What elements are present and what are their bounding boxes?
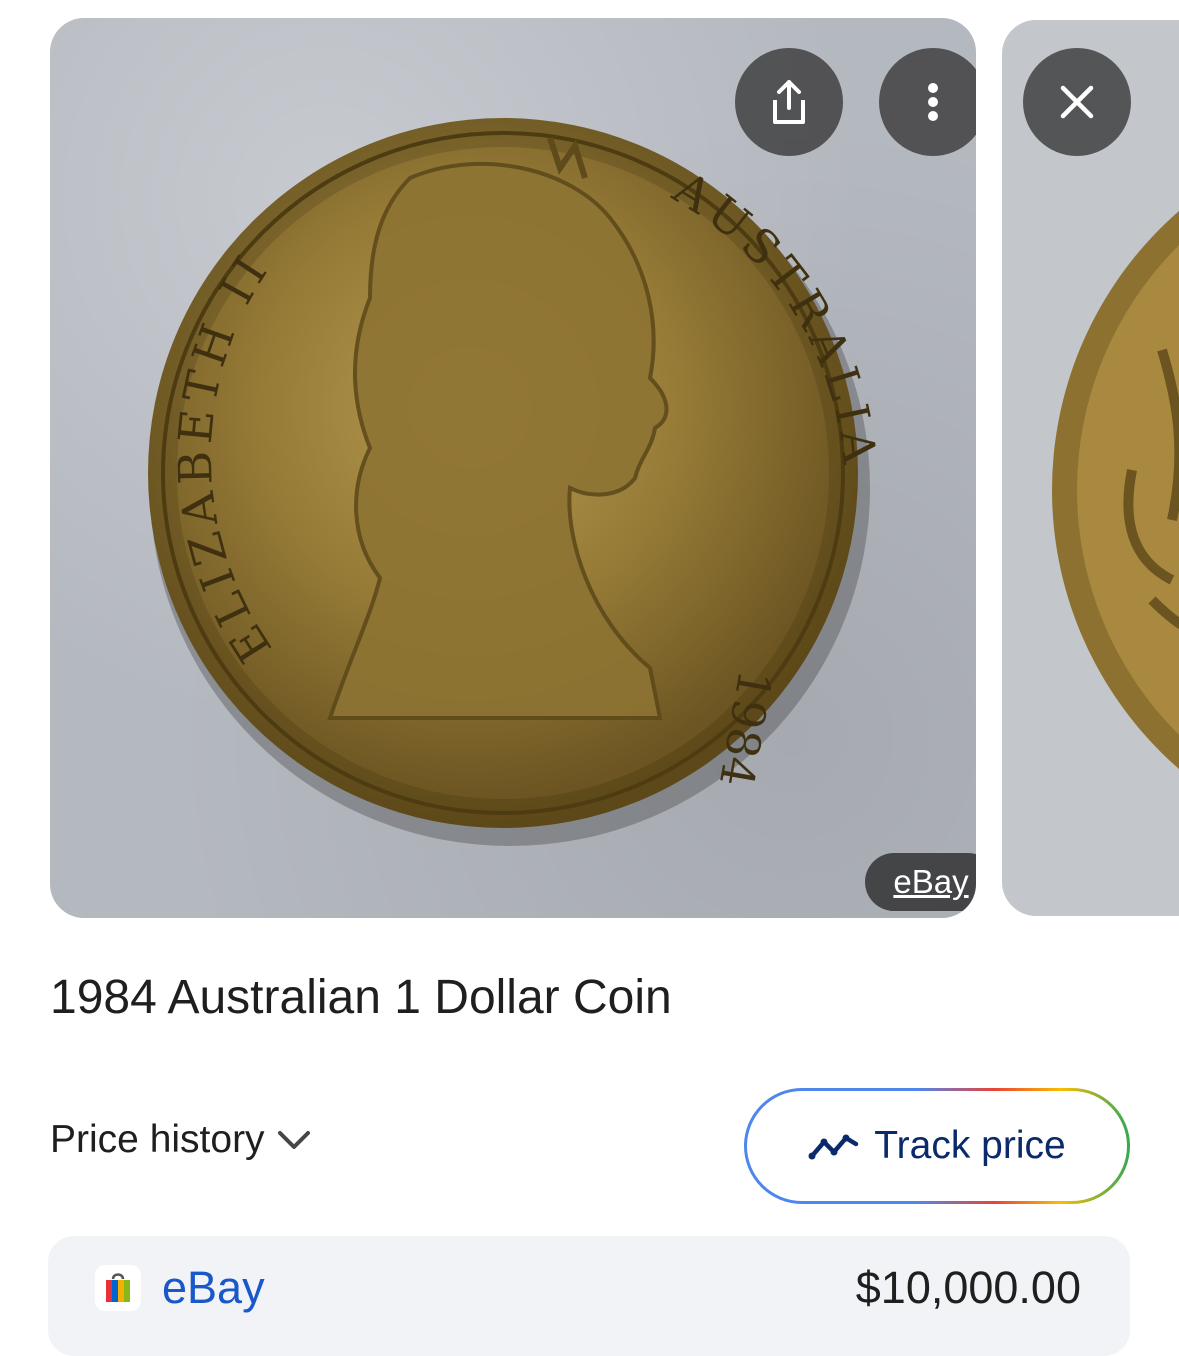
ebay-favicon-icon [95,1265,141,1311]
coin-image: ELIZABETH II AUSTRALIA 1984 [148,118,881,846]
share-icon [773,80,805,124]
next-product-image[interactable] [1002,20,1179,916]
next-coin-image [1052,211,1179,769]
more-options-button[interactable] [879,48,976,156]
image-source-badge[interactable]: eBay [865,853,976,911]
track-price-button[interactable]: Track price [744,1088,1130,1204]
product-title: 1984 Australian 1 Dollar Coin [50,971,672,1024]
product-image[interactable]: ELIZABETH II AUSTRALIA 1984 eBay [50,18,976,918]
share-button[interactable] [735,48,843,156]
close-button[interactable] [1023,48,1131,156]
chevron-down-icon [277,1131,310,1149]
seller-name-link[interactable]: eBay [162,1262,265,1314]
more-vert-icon [928,83,938,121]
seller-price: $10,000.00 [855,1262,1081,1313]
close-icon [1060,85,1094,119]
trending-icon [808,1134,859,1160]
price-history-toggle[interactable]: Price history [50,1118,313,1162]
queen-portrait [327,161,669,720]
track-price-label: Track price [874,1124,1066,1167]
price-history-label: Price history [50,1118,265,1161]
